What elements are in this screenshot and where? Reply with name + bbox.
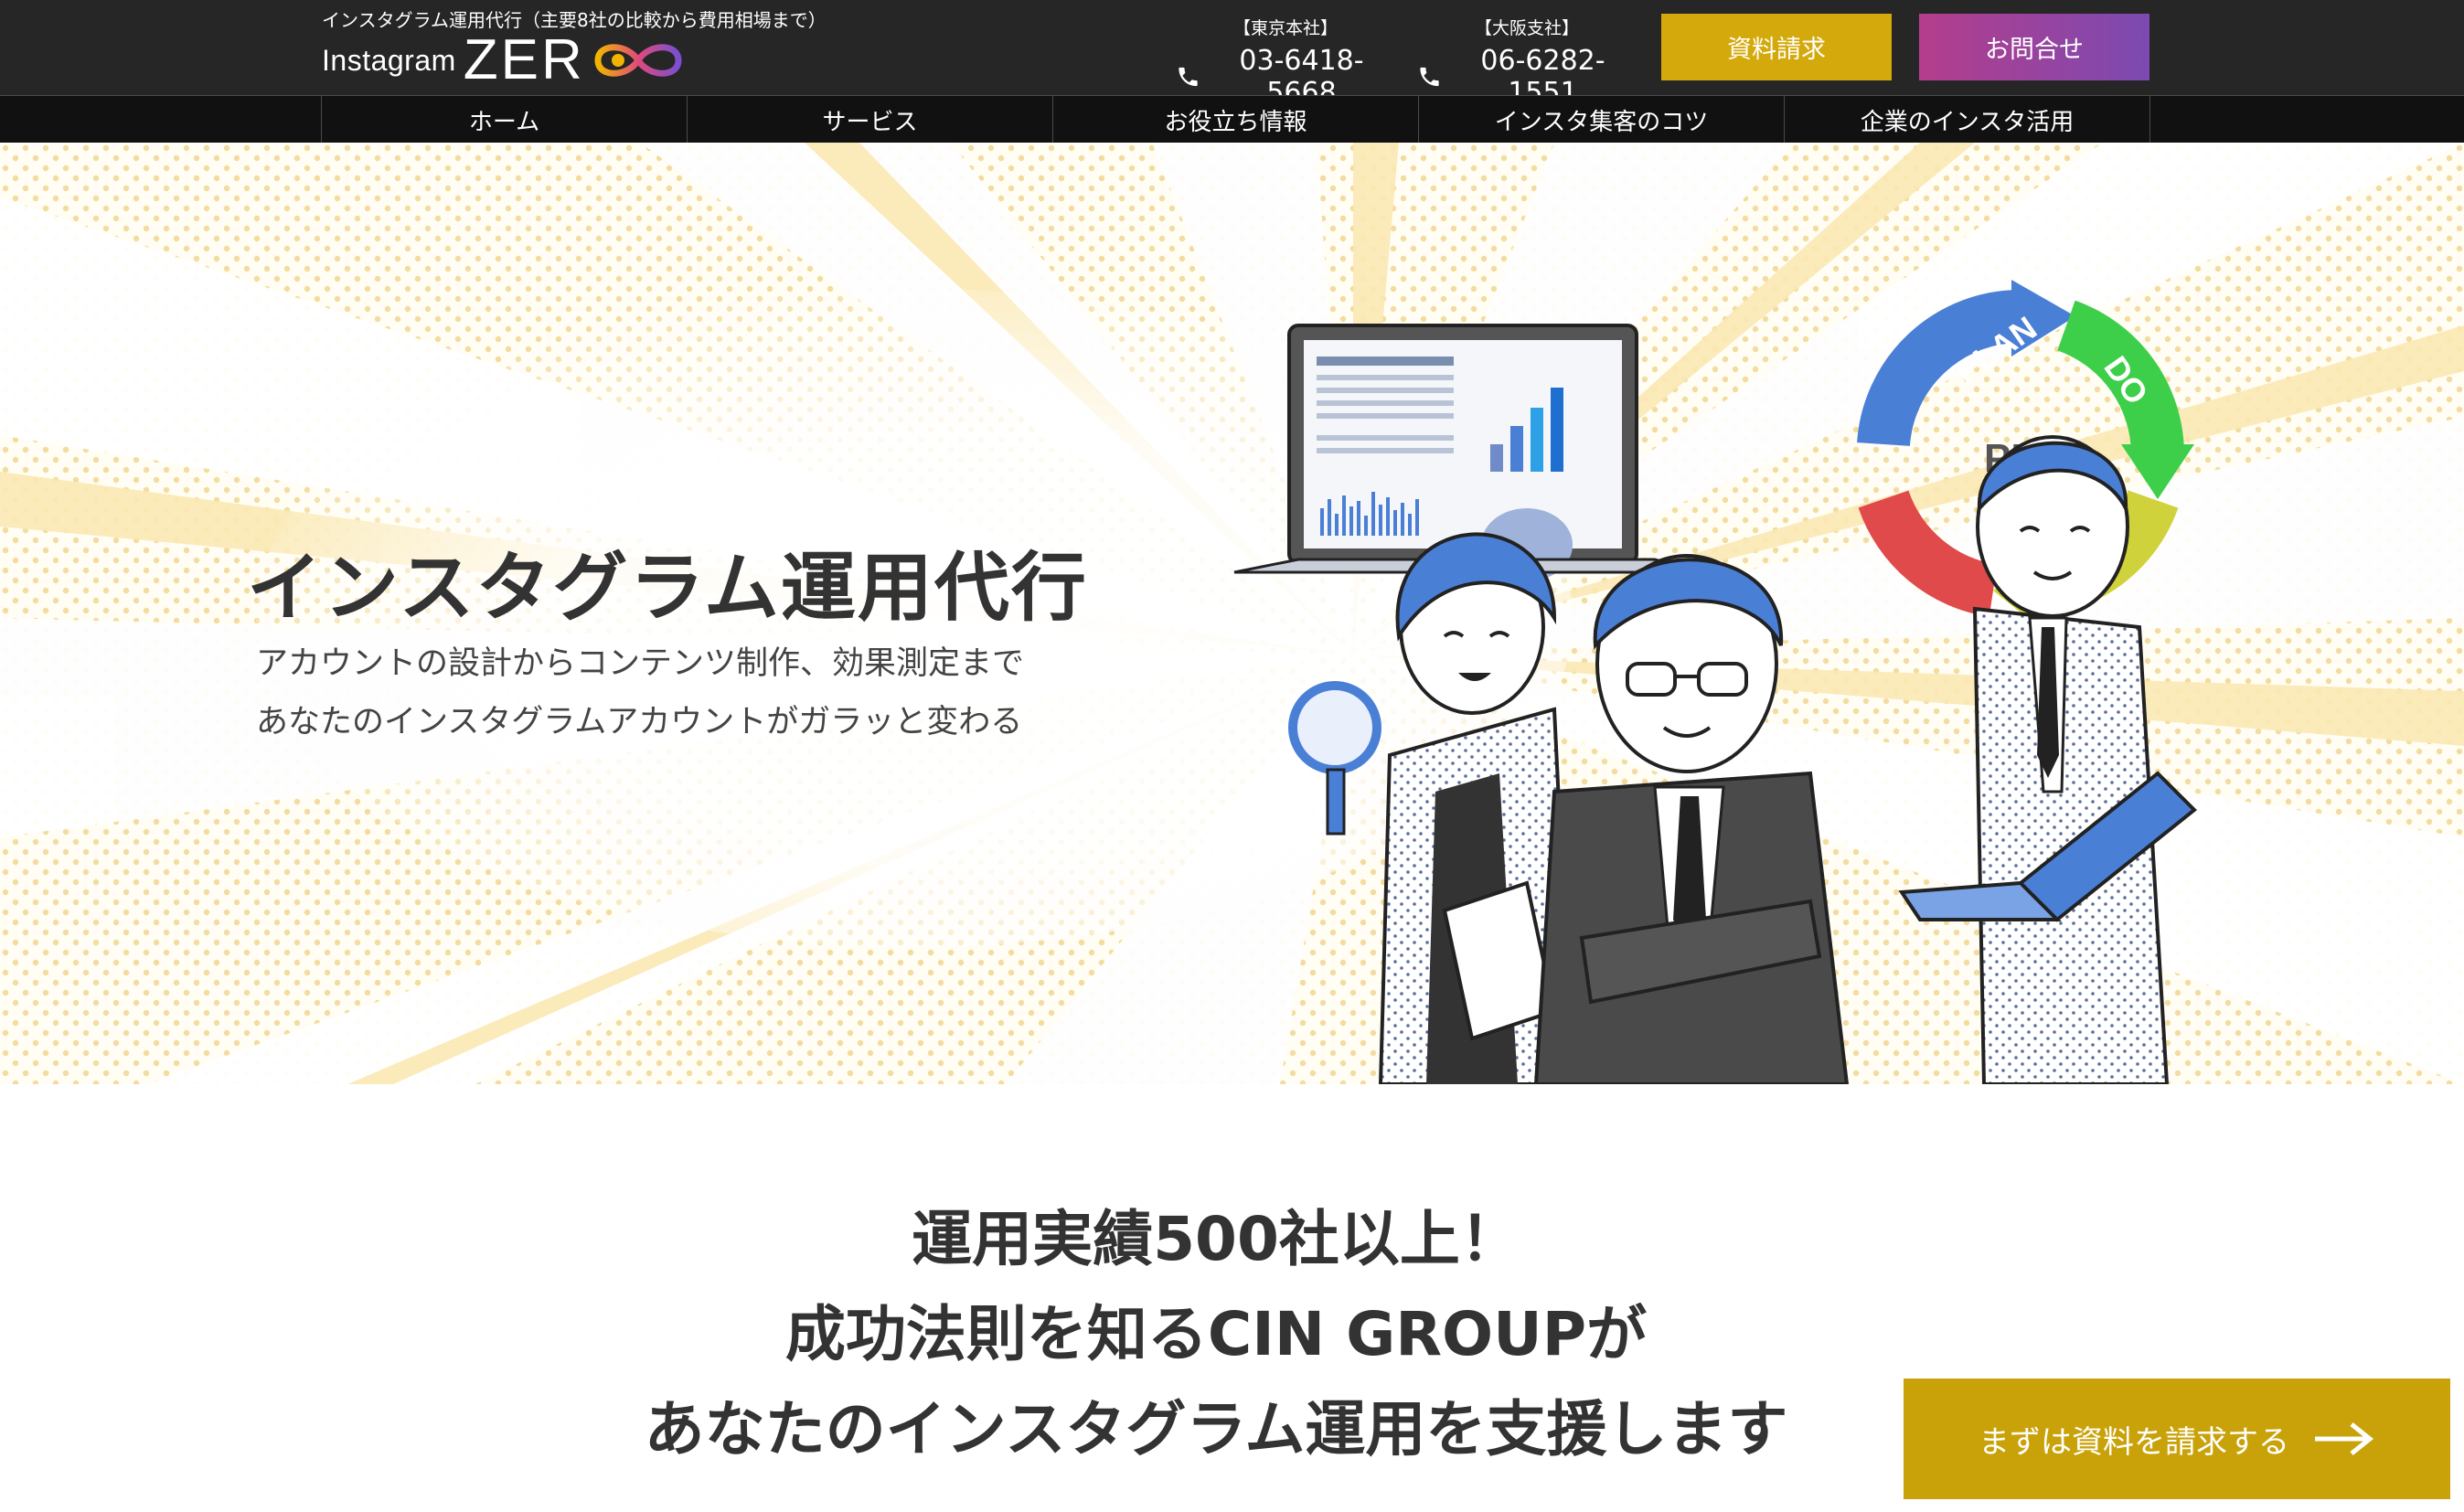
intro-line1: 運用実績500社以上！: [912, 1204, 1520, 1274]
request-document-button[interactable]: 資料請求: [1661, 14, 1892, 80]
nav-item-useful-info[interactable]: お役立ち情報: [1053, 96, 1419, 144]
logo-zero: ZER: [463, 28, 585, 91]
cta-label: まずは資料を請求する: [1979, 1423, 2289, 1461]
hero-title: インスタグラム運用代行: [247, 545, 1088, 632]
intro-section: 運用実績500社以上！ 成功法則を知るCIN GROUPが あなたのインスタグラ…: [0, 1084, 2464, 1512]
nav-item-tips[interactable]: インスタ集客のコツ: [1419, 96, 1785, 144]
hero-subtitle-line1: アカウントの設計からコンテンツ制作、効果測定まで: [256, 645, 1025, 682]
office-osaka-label: 【大阪支社】: [1474, 18, 1579, 38]
logo-infinity-mark: [594, 44, 682, 77]
site-header: インスタグラム運用代行（主要8社の比較から費用相場まで） Instagram Z…: [0, 0, 2464, 109]
logo-text: Instagram: [322, 43, 456, 77]
nav-item-home[interactable]: ホーム: [322, 96, 688, 144]
site-logo[interactable]: Instagram ZER: [322, 28, 686, 91]
request-document-cta-button[interactable]: まずは資料を請求する: [1904, 1379, 2450, 1499]
phone-icon: [1179, 67, 1198, 87]
nav-item-corporate-use[interactable]: 企業のインスタ活用: [1785, 96, 2150, 144]
nav-item-service[interactable]: サービス: [688, 96, 1053, 144]
hero-subtitle-line2: あなたのインスタグラムアカウントがガラッと変わる: [256, 704, 1023, 740]
hero-subtitle: アカウントの設計からコンテンツ制作、効果測定まで あなたのインスタグラムアカウン…: [256, 634, 1024, 751]
woman-illustration: [1288, 532, 1575, 1084]
man-center-illustration: [1533, 554, 1850, 1084]
hero-section: インスタグラム運用代行 アカウントの設計からコンテンツ制作、効果測定まで あなた…: [0, 143, 2464, 1084]
intro-line2: 成功法則を知るCIN GROUPが: [784, 1299, 1648, 1369]
office-tokyo-label: 【東京本社】: [1232, 18, 1338, 38]
arrow-right-icon: [2315, 1422, 2374, 1455]
main-nav: ホーム サービス お役立ち情報 インスタ集客のコツ 企業のインスタ活用: [0, 95, 2464, 144]
hero-illustration: PLAN DO CHECK PDCA: [1233, 280, 2197, 1084]
contact-button[interactable]: お問合せ: [1919, 14, 2149, 80]
phone-icon: [1420, 67, 1439, 87]
